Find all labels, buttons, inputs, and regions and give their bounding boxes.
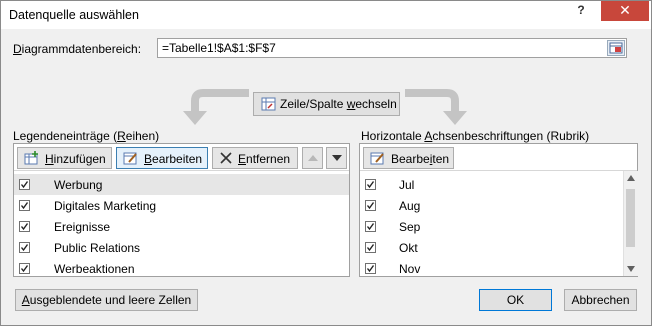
legend-list-item[interactable]: Ereignisse: [14, 216, 349, 237]
series-name: Werbeaktionen: [54, 262, 135, 276]
axis-toolbar: Bearbeiten: [360, 144, 637, 171]
chart-data-range-value: =Tabelle1!$A$1:$F$7: [162, 41, 276, 55]
remove-series-button[interactable]: Entfernen: [212, 147, 298, 169]
chart-data-range-label: Diagrammdatenbereich:: [13, 42, 142, 56]
series-checkbox[interactable]: [19, 263, 30, 274]
axis-list-item[interactable]: Jul: [360, 174, 622, 195]
series-checkbox[interactable]: [19, 221, 30, 232]
collapse-dialog-button[interactable]: [607, 40, 625, 56]
series-checkbox[interactable]: [19, 179, 30, 190]
ok-button[interactable]: OK: [479, 289, 552, 311]
edit-table-icon: [370, 152, 384, 165]
left-curved-arrow-icon: [183, 89, 249, 125]
switch-row-column-icon: [261, 97, 276, 111]
series-checkbox[interactable]: [19, 242, 30, 253]
axis-labels-title: Horizontale Achsenbeschriftungen (Rubrik…: [361, 129, 590, 143]
arrow-down-icon: [332, 155, 342, 161]
help-button[interactable]: ?: [565, 1, 597, 21]
series-name: Ereignisse: [54, 220, 111, 234]
legend-list-item[interactable]: Public Relations: [14, 237, 349, 258]
add-series-label: Hinzufügen: [45, 152, 106, 166]
category-name: Jul: [399, 178, 415, 192]
category-name: Okt: [399, 241, 418, 255]
cancel-button[interactable]: Abbrechen: [564, 289, 637, 311]
edit-table-icon: [123, 152, 137, 165]
scroll-up-icon[interactable]: [627, 175, 635, 181]
series-name: Digitales Marketing: [54, 199, 157, 213]
axis-list-item[interactable]: Sep: [360, 216, 622, 237]
category-name: Nov: [399, 262, 421, 276]
category-checkbox[interactable]: [365, 221, 376, 232]
add-table-icon: [24, 151, 38, 165]
category-checkbox[interactable]: [365, 263, 376, 274]
move-up-button[interactable]: [302, 147, 323, 169]
category-checkbox[interactable]: [365, 242, 376, 253]
axis-list-item[interactable]: Nov: [360, 258, 622, 279]
axis-list-scrollbar[interactable]: [623, 171, 638, 276]
chart-data-range-input[interactable]: =Tabelle1!$A$1:$F$7: [157, 38, 627, 58]
edit-series-label: Bearbeiten: [144, 152, 203, 166]
title-bar: Datenquelle auswählen ? ✕: [1, 1, 651, 29]
switch-row-column-label: Zeile/Spalte wechseln: [280, 97, 397, 111]
remove-series-label: Entfernen: [238, 152, 291, 166]
axis-labels-panel: Bearbeiten Jul Aug Sep Okt Nov: [359, 143, 638, 277]
switch-row-column-button[interactable]: Zeile/Spalte wechseln: [253, 92, 400, 116]
category-checkbox[interactable]: [365, 200, 376, 211]
right-curved-arrow-icon: [405, 89, 467, 125]
series-checkbox[interactable]: [19, 200, 30, 211]
dialog-title: Datenquelle auswählen: [9, 8, 139, 22]
edit-axis-labels-button[interactable]: Bearbeiten: [363, 147, 454, 169]
legend-entries-panel: Hinzufügen Bearbeiten Entfernen Werbung …: [13, 143, 350, 277]
category-checkbox[interactable]: [365, 179, 376, 190]
add-series-button[interactable]: Hinzufügen: [17, 147, 112, 169]
hidden-empty-cells-button[interactable]: Ausgeblendete und leere Zellen: [15, 289, 198, 311]
legend-toolbar: Hinzufügen Bearbeiten Entfernen: [14, 144, 349, 171]
range-select-icon: [609, 42, 623, 54]
legend-list-item[interactable]: Werbung: [14, 174, 349, 195]
legend-list-item[interactable]: Werbeaktionen: [14, 258, 349, 279]
select-data-source-dialog: Datenquelle auswählen ? ✕ Diagrammdatenb…: [0, 0, 652, 326]
series-name: Werbung: [54, 178, 103, 192]
remove-x-icon: [220, 152, 232, 164]
edit-series-button[interactable]: Bearbeiten: [116, 147, 208, 169]
axis-list-item[interactable]: Okt: [360, 237, 622, 258]
move-down-button[interactable]: [326, 147, 347, 169]
axis-list-item[interactable]: Aug: [360, 195, 622, 216]
series-name: Public Relations: [54, 241, 141, 255]
arrow-up-icon: [308, 155, 318, 161]
scroll-thumb[interactable]: [626, 189, 635, 247]
category-name: Aug: [399, 199, 421, 213]
edit-axis-labels-label: Bearbeiten: [391, 152, 450, 166]
legend-list-item[interactable]: Digitales Marketing: [14, 195, 349, 216]
legend-entries-title: Legendeneinträge (Reihen): [13, 129, 160, 143]
scroll-down-icon[interactable]: [627, 266, 635, 272]
close-button[interactable]: ✕: [601, 1, 649, 21]
category-name: Sep: [399, 220, 421, 234]
